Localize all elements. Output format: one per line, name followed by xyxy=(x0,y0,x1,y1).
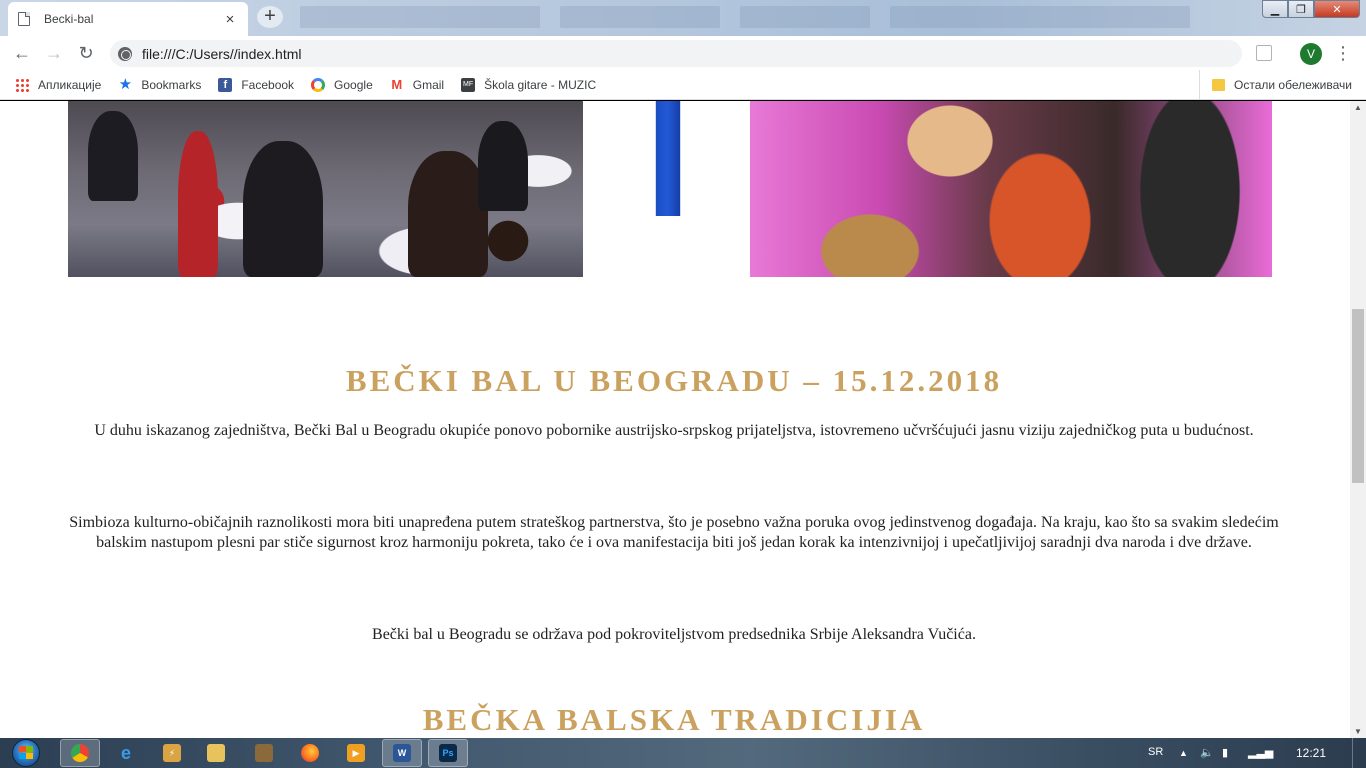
network-icon[interactable]: ▂▃▅ xyxy=(1248,746,1273,759)
background-window-workspace xyxy=(890,6,1190,28)
extension-icon[interactable] xyxy=(1256,45,1272,61)
bookmark-label: Google xyxy=(334,77,373,92)
maximize-button[interactable]: ❐ xyxy=(1288,0,1314,18)
taskbar-internet-explorer[interactable]: e xyxy=(106,739,146,767)
tab-close-icon[interactable]: × xyxy=(222,11,238,28)
symbiosis-paragraph-wrap: Simbioza kulturno-običajnih raznolikosti… xyxy=(68,513,1280,553)
windows-logo-icon xyxy=(19,746,33,759)
taskbar-explorer[interactable] xyxy=(196,739,236,767)
patronage-paragraph: Bečki bal u Beogradu se održava pod pokr… xyxy=(372,626,976,643)
taskbar-media[interactable] xyxy=(244,739,284,767)
ballroom-dancers-photo xyxy=(750,101,1272,277)
background-window-toolbar xyxy=(740,6,870,28)
windows-taskbar: e ⚡ ▶ W Ps SR ▲ 🔈 ▮ ▂▃▅ 12:21 xyxy=(0,738,1366,768)
reload-button[interactable]: ↻ xyxy=(74,41,98,65)
volume-icon[interactable]: 🔈 xyxy=(1200,746,1214,759)
document-icon xyxy=(18,12,30,26)
taskbar-media-player[interactable]: ▶ xyxy=(336,739,376,767)
power-icon[interactable]: ▮ xyxy=(1222,746,1228,759)
taskbar-chrome[interactable] xyxy=(60,739,100,767)
intro-paragraph: U duhu iskazanog zajedništva, Bečki Bal … xyxy=(94,422,1254,439)
url-text[interactable]: file:///C:/Users//index.html xyxy=(142,46,302,62)
browser-toolbar: ← → ↻ file:///C:/Users//index.html V ⋮ xyxy=(0,36,1366,70)
facebook-icon: f xyxy=(218,77,233,92)
scroll-thumb[interactable] xyxy=(1352,309,1364,483)
folder-icon xyxy=(207,744,225,762)
menu-icon[interactable]: ⋮ xyxy=(1334,41,1352,65)
bookmark-label: Škola gitare - MUZIC xyxy=(484,77,597,92)
gala-dinner-photo xyxy=(68,101,583,277)
bookmark-apps[interactable]: Апликације xyxy=(15,77,102,92)
bookmark-guitar-school[interactable]: MF Škola gitare - MUZIC xyxy=(461,77,597,92)
language-indicator[interactable]: SR xyxy=(1148,746,1163,758)
bookmark-label: Bookmarks xyxy=(141,77,202,92)
apps-icon xyxy=(15,77,29,92)
page-scrollbar[interactable]: ▲ ▼ xyxy=(1350,101,1366,738)
start-button[interactable] xyxy=(4,738,48,768)
chrome-icon xyxy=(71,744,89,762)
browser-tab[interactable]: Becki-bal × xyxy=(8,2,248,36)
google-icon xyxy=(311,77,326,92)
internet-explorer-icon: e xyxy=(120,743,131,763)
bookmark-gmail[interactable]: M Gmail xyxy=(390,76,445,92)
firefox-icon xyxy=(301,744,319,762)
blue-dress-photo xyxy=(647,101,689,216)
close-window-button[interactable]: ✕ xyxy=(1314,0,1360,18)
show-desktop-button[interactable] xyxy=(1352,738,1366,768)
forward-button[interactable]: → xyxy=(42,41,66,65)
folder-icon xyxy=(1212,79,1226,91)
new-tab-button[interactable]: + xyxy=(257,6,283,28)
bookmark-label: Facebook xyxy=(241,77,295,92)
taskbar-word[interactable]: W xyxy=(382,739,422,767)
bookmark-label: Gmail xyxy=(412,77,445,92)
bookmark-facebook[interactable]: f Facebook xyxy=(218,77,295,92)
symbiosis-paragraph: Simbioza kulturno-običajnih raznolikosti… xyxy=(69,514,1279,551)
tradition-heading: BEČKA BALSKA TRADICIJIA xyxy=(422,702,926,737)
event-heading: BEČKI BAL U BEOGRADU – 15.12.2018 xyxy=(345,363,1003,398)
scroll-down-icon[interactable]: ▼ xyxy=(1354,727,1362,736)
taskbar-winamp[interactable]: ⚡ xyxy=(152,739,192,767)
mf-icon: MF xyxy=(461,77,476,92)
play-icon: ▶ xyxy=(347,744,365,762)
star-icon: ★ xyxy=(118,75,133,93)
bookmark-google[interactable]: Google xyxy=(311,77,373,92)
back-button[interactable]: ← xyxy=(10,41,34,65)
bookmark-bookmarks[interactable]: ★ Bookmarks xyxy=(118,75,202,93)
bookmark-label: Апликације xyxy=(38,77,102,92)
tray-expand-icon[interactable]: ▲ xyxy=(1179,748,1188,758)
page-viewport: BEČKI BAL U BEOGRADU – 15.12.2018 U duhu… xyxy=(0,101,1350,738)
taskbar-photoshop[interactable]: Ps xyxy=(428,739,468,767)
other-bookmarks-label: Остали обележивачи xyxy=(1234,78,1352,92)
minimize-button[interactable]: ▁ xyxy=(1262,0,1288,18)
other-bookmarks[interactable]: Остали обележивачи xyxy=(1199,70,1352,100)
address-bar[interactable]: file:///C:/Users//index.html xyxy=(110,40,1242,67)
tradition-heading-section: BEČKA BALSKA TRADICIJIA xyxy=(68,702,1280,738)
event-heading-section: BEČKI BAL U BEOGRADU – 15.12.2018 xyxy=(68,363,1280,399)
browser-titlebar: Becki-bal × + ▁ ❐ ✕ xyxy=(0,0,1366,36)
word-icon: W xyxy=(393,744,411,762)
gmail-icon: M xyxy=(391,76,403,92)
bookmarks-bar: Апликације ★ Bookmarks f Facebook Google… xyxy=(0,70,1366,100)
scroll-up-icon[interactable]: ▲ xyxy=(1354,103,1362,112)
background-window-menu xyxy=(300,6,540,28)
tab-title: Becki-bal xyxy=(44,12,94,26)
winamp-icon: ⚡ xyxy=(163,744,181,762)
photoshop-icon: Ps xyxy=(439,744,457,762)
intro-paragraph-wrap: U duhu iskazanog zajedništva, Bečki Bal … xyxy=(68,421,1280,441)
profile-avatar[interactable]: V xyxy=(1300,43,1322,65)
background-window-toolbar xyxy=(560,6,720,28)
taskbar-clock[interactable]: 12:21 xyxy=(1296,746,1326,760)
taskbar-firefox[interactable] xyxy=(290,739,330,767)
patronage-paragraph-wrap: Bečki bal u Beogradu se održava pod pokr… xyxy=(68,625,1280,645)
globe-icon xyxy=(118,46,132,61)
media-icon xyxy=(255,744,273,762)
